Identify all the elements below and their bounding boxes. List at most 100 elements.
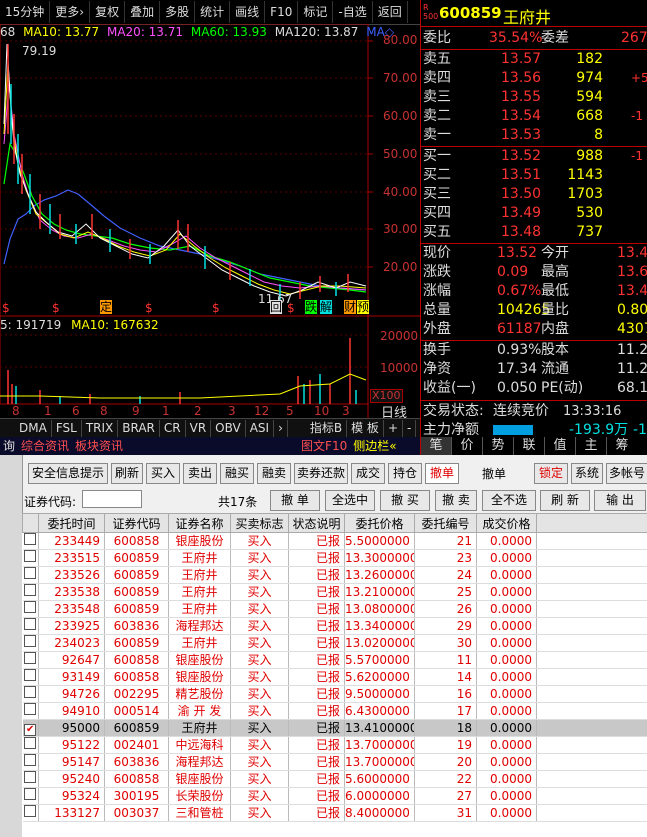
row-checkbox[interactable]: [24, 635, 37, 647]
event-marker-s[interactable]: $: [145, 301, 153, 315]
col-time[interactable]: 委托时间: [38, 513, 105, 533]
col-order-id[interactable]: 委托编号: [414, 513, 477, 533]
tab-shi[interactable]: 势: [483, 437, 514, 455]
row-checkbox[interactable]: [24, 737, 37, 749]
tab-zhi[interactable]: 值: [545, 437, 576, 455]
event-marker-s[interactable]: $: [2, 301, 10, 315]
sell-repay-button[interactable]: 卖券还款: [294, 463, 348, 484]
table-row[interactable]: 233515 600859 王府井 买入 已报 13.3000000 23 0.0000: [22, 549, 647, 567]
tab-bi[interactable]: 笔: [421, 437, 452, 455]
row-checkbox[interactable]: ✔: [24, 724, 37, 736]
ask-row[interactable]: 卖一 13.53 8: [421, 126, 647, 145]
refresh-button[interactable]: 刷新: [111, 463, 143, 484]
event-marker-hui[interactable]: 回: [270, 300, 283, 314]
row-checkbox[interactable]: [24, 788, 37, 800]
table-row[interactable]: 95324 300195 长荣股份 买入 已报 6.0000000 27 0.0000: [22, 787, 647, 805]
row-checkbox[interactable]: [24, 703, 37, 715]
lock-button[interactable]: 锁定: [534, 463, 568, 484]
row-checkbox[interactable]: [24, 618, 37, 630]
period-selector[interactable]: 15分钟: [0, 1, 51, 23]
row-checkbox[interactable]: [24, 533, 37, 545]
table-row[interactable]: 93149 600858 银座股份 买入 已报 5.6200000 14 0.0000: [22, 668, 647, 686]
sidebar-toggle[interactable]: 侧边栏«: [350, 438, 399, 455]
toolbar-btn-f10[interactable]: F10: [265, 1, 299, 23]
cancel-buys-button[interactable]: 撤 买: [380, 490, 430, 511]
tab-asi[interactable]: ASI: [246, 419, 275, 437]
bid-row[interactable]: 买一 13.52 988 -1: [421, 147, 647, 166]
event-marker-cai[interactable]: 财: [344, 300, 357, 314]
toolbar-btn-zixuan[interactable]: -自选: [333, 1, 373, 23]
table-row[interactable]: ✔ 95000 600859 王府井 买入 已报 13.4100000 18 0.0000: [22, 719, 647, 737]
ask-row[interactable]: 卖四 13.56 974 +5: [421, 69, 647, 88]
event-marker-ding[interactable]: 定: [100, 300, 113, 314]
bid-row[interactable]: 买三 13.50 1703: [421, 185, 647, 204]
positions-button[interactable]: 持仓: [388, 463, 422, 484]
tab-cr[interactable]: CR: [160, 419, 186, 437]
col-status[interactable]: 状态说明: [288, 513, 345, 533]
tab-zonghe-zixun[interactable]: 综合资讯: [18, 438, 72, 455]
more-button[interactable]: 更多›: [50, 1, 91, 23]
deals-button[interactable]: 成交: [351, 463, 385, 484]
table-row[interactable]: 95240 600858 银座股份 买入 已报 5.6000000 22 0.0000: [22, 770, 647, 788]
toolbar-btn-fuquan[interactable]: 复权: [90, 1, 126, 23]
event-marker-yu[interactable]: 预: [357, 300, 370, 314]
event-marker-s[interactable]: $: [52, 301, 60, 315]
tab-chou[interactable]: 筹: [607, 437, 637, 455]
table-row[interactable]: 133127 003037 三和管桩 买入 已报 8.4000000 31 0.0000: [22, 804, 647, 822]
bid-row[interactable]: 买五 13.48 737: [421, 223, 647, 242]
zoom-in-button[interactable]: +: [384, 419, 403, 437]
tab-template[interactable]: 模 板: [347, 419, 384, 437]
cancel-sells-button[interactable]: 撤 卖: [435, 490, 477, 511]
export-button[interactable]: 输 出: [594, 490, 646, 511]
row-checkbox[interactable]: [24, 567, 37, 579]
event-marker-s[interactable]: $: [212, 301, 220, 315]
table-row[interactable]: 94726 002295 精艺股份 买入 已报 9.5000000 16 0.0000: [22, 685, 647, 703]
table-row[interactable]: 92647 600858 银座股份 买入 已报 5.5700000 11 0.0000: [22, 651, 647, 669]
tab-jia[interactable]: 价: [452, 437, 483, 455]
row-checkbox[interactable]: [24, 686, 37, 698]
table-row[interactable]: 95147 603836 海程邦达 买入 已报 13.7000000 20 0.0000: [22, 753, 647, 771]
security-info-button[interactable]: 安全信息提示: [28, 463, 108, 484]
col-side[interactable]: 买卖标志: [230, 513, 289, 533]
tab-obv[interactable]: OBV: [211, 419, 246, 437]
kline-chart[interactable]: 68 MA10: 13.77 MA20: 13.71 MA60: 13.93 M…: [0, 23, 420, 421]
event-marker-die[interactable]: 跌: [305, 300, 318, 314]
row-checkbox[interactable]: [24, 652, 37, 664]
buy-button[interactable]: 买入: [146, 463, 180, 484]
bid-row[interactable]: 买四 13.49 530: [421, 204, 647, 223]
sell-button[interactable]: 卖出: [183, 463, 217, 484]
tab-dma[interactable]: DMA: [15, 419, 52, 437]
table-row[interactable]: 94910 000514 渝 开 发买入 已报 6.4300000 17 0.0000: [22, 702, 647, 720]
bid-row[interactable]: 买二 13.51 1143: [421, 166, 647, 185]
tab-vr[interactable]: VR: [186, 419, 212, 437]
table-row[interactable]: 234023 600859 王府井 买入 已报 13.0200000 30 0.0000: [22, 634, 647, 652]
table-row[interactable]: 95122 002401 中远海科 买入 已报 13.7000000 19 0.0000: [22, 736, 647, 754]
event-marker-s[interactable]: $: [287, 301, 295, 315]
tab-lian[interactable]: 联: [514, 437, 545, 455]
toolbar-btn-tongji[interactable]: 统计: [195, 1, 231, 23]
toolbar-btn-fanhui[interactable]: 返回: [373, 1, 408, 23]
col-price[interactable]: 委托价格: [344, 513, 415, 533]
table-row[interactable]: 233449 600858 银座股份 买入 已报 5.5000000 21 0.0000: [22, 532, 647, 550]
toolbar-btn-biaoji[interactable]: 标记: [298, 1, 334, 23]
row-checkbox[interactable]: [24, 601, 37, 613]
row-checkbox[interactable]: [24, 754, 37, 766]
zoom-out-button[interactable]: -: [403, 419, 417, 437]
tab-f10[interactable]: 图文F10: [298, 438, 350, 455]
ask-row[interactable]: 卖五 13.57 182: [421, 50, 647, 69]
col-deal-price[interactable]: 成交价格: [476, 513, 537, 533]
row-checkbox[interactable]: [24, 669, 37, 681]
row-checkbox[interactable]: [24, 805, 37, 817]
tab-xun[interactable]: 询: [0, 438, 18, 455]
system-button[interactable]: 系统: [571, 463, 603, 484]
toolbar-btn-huaxian[interactable]: 画线: [230, 1, 266, 23]
tab-brar[interactable]: BRAR: [118, 419, 160, 437]
col-name[interactable]: 证券名称: [168, 513, 231, 533]
row-checkbox[interactable]: [24, 771, 37, 783]
tab-zhu[interactable]: 主: [576, 437, 607, 455]
cancel-order-button[interactable]: 撤 单: [270, 490, 320, 511]
deselect-all-button[interactable]: 全不选: [482, 490, 536, 511]
margin-sell-button[interactable]: 融卖: [257, 463, 291, 484]
ask-row[interactable]: 卖二 13.54 668 -1: [421, 107, 647, 126]
row-checkbox[interactable]: [24, 584, 37, 596]
